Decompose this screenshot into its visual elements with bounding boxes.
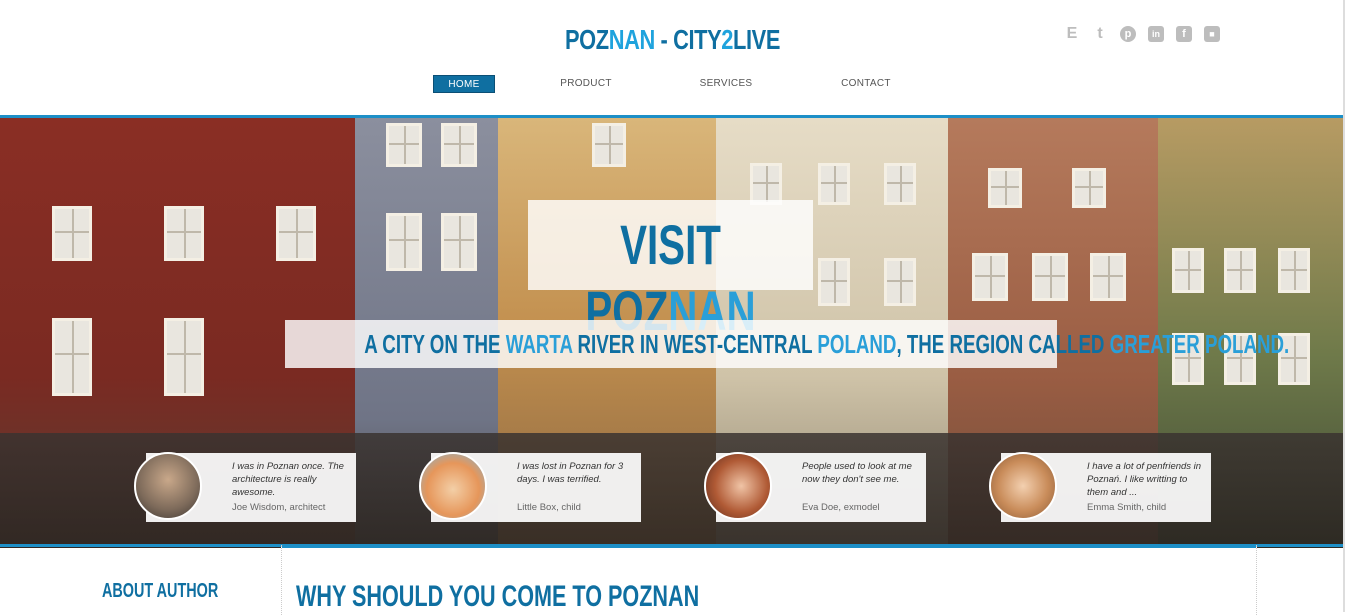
evernote-icon[interactable]: E	[1064, 25, 1080, 42]
window	[1032, 253, 1068, 301]
testimonial-author: Emma Smith, child	[1087, 502, 1167, 513]
twitter-icon[interactable]: t	[1092, 25, 1108, 42]
testimonial-quote: I was in Poznan once. The architecture i…	[232, 461, 344, 498]
window	[884, 163, 916, 205]
nav-home[interactable]: HOME	[433, 75, 495, 93]
testimonial-author: Little Box, child	[517, 502, 581, 513]
hero-subtitle: A CITY ON THE WARTA RIVER IN WEST-CENTRA…	[364, 327, 1289, 361]
window	[164, 206, 204, 261]
social-links: E t p in f ■	[1064, 25, 1220, 42]
window	[52, 318, 92, 396]
nav-product[interactable]: PRODUCT	[555, 75, 617, 93]
avatar	[419, 452, 487, 520]
logo-text-part: POZ	[564, 24, 609, 55]
subtitle-part: POLAND	[817, 329, 897, 359]
hero-subtitle-box: A CITY ON THE WARTA RIVER IN WEST-CENTRA…	[285, 320, 1289, 368]
window	[972, 253, 1008, 301]
avatar	[134, 452, 202, 520]
testimonial-card: I was lost in Poznan for 3 days. I was t…	[419, 452, 641, 522]
window	[818, 163, 850, 205]
facebook-icon[interactable]: f	[1176, 26, 1192, 42]
window	[1072, 168, 1106, 208]
window	[441, 123, 477, 167]
subtitle-part: WARTA	[505, 329, 573, 359]
testimonial-quote: I was lost in Poznan for 3 days. I was t…	[517, 461, 624, 485]
logo-text-part: 2	[721, 24, 734, 55]
linkedin-icon[interactable]: in	[1148, 26, 1164, 42]
window	[750, 163, 782, 205]
testimonial-card: I have a lot of penfriends in Poznań. I …	[989, 452, 1211, 522]
content-top-border	[282, 545, 1256, 548]
window	[1172, 248, 1204, 293]
site-logo[interactable]: POZNAN - CITY2LIVE	[148, 24, 1197, 56]
pinterest-icon[interactable]: p	[1120, 26, 1136, 42]
nav-contact[interactable]: CONTACT	[835, 75, 897, 93]
logo-text-part: - CITY	[654, 24, 722, 55]
window	[276, 206, 316, 261]
sidebar-heading: ABOUT AUTHOR	[102, 580, 219, 602]
logo-text-part: NAN	[608, 24, 656, 55]
subtitle-part: RIVER IN WEST-CENTRAL	[572, 329, 818, 359]
window	[818, 258, 850, 306]
testimonial-quote: People used to look at me now they don't…	[802, 461, 912, 485]
window	[52, 206, 92, 261]
window	[1224, 248, 1256, 293]
window	[164, 318, 204, 396]
site-header: POZNAN - CITY2LIVE E t p in f ■ HOME PRO…	[0, 0, 1345, 116]
hero-banner: VISIT POZNAN A CITY ON THE WARTA RIVER I…	[0, 118, 1345, 548]
subtitle-part: A CITY ON THE	[364, 329, 506, 359]
window	[988, 168, 1022, 208]
window	[592, 123, 626, 167]
avatar	[989, 452, 1057, 520]
main-heading: WHY SHOULD YOU COME TO POZNAN	[296, 580, 700, 613]
testimonial-card: People used to look at me now they don't…	[704, 452, 926, 522]
logo-text-part: LIVE	[733, 24, 781, 55]
window	[386, 123, 422, 167]
window	[386, 213, 422, 271]
nav-services[interactable]: SERVICES	[695, 75, 757, 93]
testimonial-author: Joe Wisdom, architect	[232, 502, 326, 513]
window	[1278, 248, 1310, 293]
window	[441, 213, 477, 271]
delicious-icon[interactable]: ■	[1204, 26, 1220, 42]
avatar	[704, 452, 772, 520]
testimonial-card: I was in Poznan once. The architecture i…	[134, 452, 356, 522]
hero-title-box: VISIT POZNAN	[528, 200, 813, 342]
testimonial-author: Eva Doe, exmodel	[802, 502, 880, 513]
window	[884, 258, 916, 306]
testimonial-quote: I have a lot of penfriends in Poznań. I …	[1087, 461, 1202, 498]
subtitle-part: , THE REGION CALLED	[896, 329, 1110, 359]
subtitle-part: GREATER POLAND.	[1109, 329, 1290, 359]
window	[1090, 253, 1126, 301]
